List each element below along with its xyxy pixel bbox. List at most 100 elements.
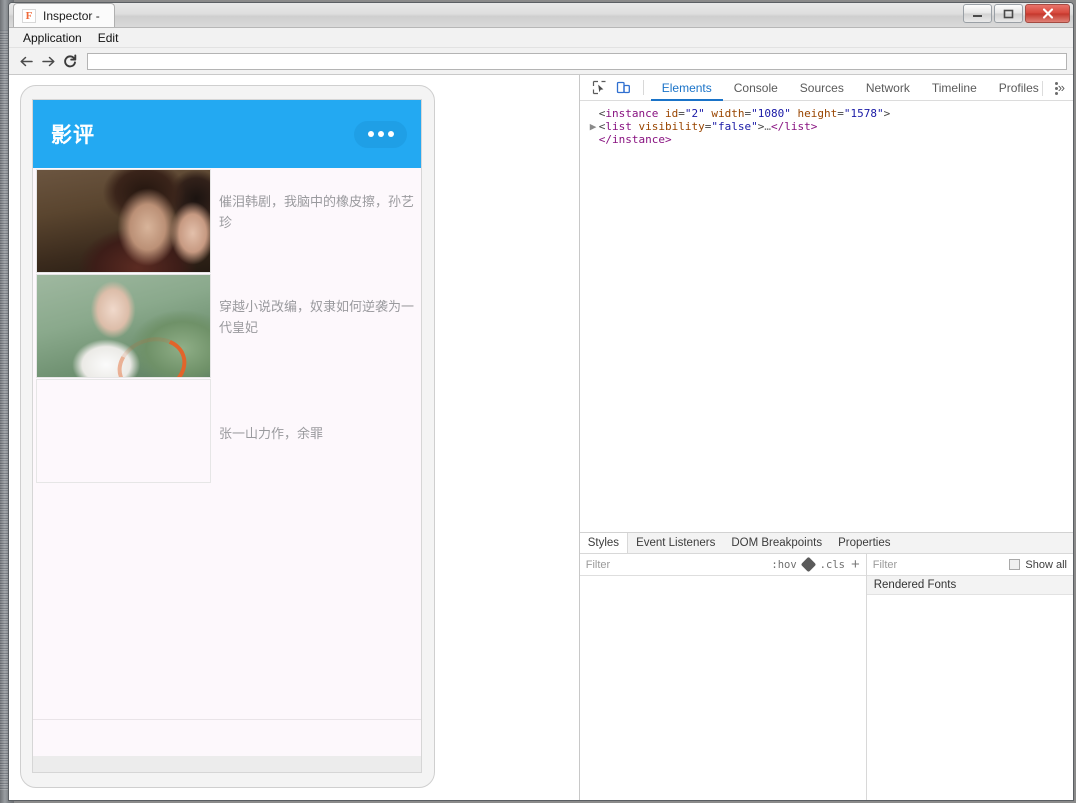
more-options-button[interactable] (354, 120, 407, 148)
dot-icon (1054, 91, 1058, 95)
app-title: 影评 (51, 124, 95, 147)
subtab-styles[interactable]: Styles (579, 533, 629, 553)
tab-elements[interactable]: Elements (651, 75, 723, 101)
list-item[interactable]: 催泪韩剧，我脑中的橡皮擦，孙艺珍 (33, 168, 421, 273)
attr-value: "false" (711, 120, 758, 133)
main-content: 影评 催泪韩剧，我脑中的橡皮擦，孙艺珍 穿越小说改编，奴隶如何逆袭为一代皇妃 张… (9, 75, 1073, 800)
app-header: 影评 (33, 100, 421, 168)
styles-column: Filter :hov .cls + (579, 554, 867, 800)
tag-name: instance (605, 107, 659, 120)
show-all-label: Show all (1025, 558, 1067, 571)
forward-icon[interactable] (37, 50, 59, 72)
rendered-fonts-header[interactable]: Rendered Fonts (866, 576, 1073, 595)
styles-columns: Filter :hov .cls + Filter Show all Rende… (579, 554, 1073, 800)
tab-console[interactable]: Console (723, 75, 789, 101)
inspect-cursor-icon[interactable] (588, 77, 612, 99)
review-list: 催泪韩剧，我脑中的橡皮擦，孙艺珍 穿越小说改编，奴隶如何逆袭为一代皇妃 张一山力… (33, 168, 421, 483)
toolbar-divider (1042, 81, 1043, 96)
attr-name: id (658, 107, 679, 120)
menu-item-edit[interactable]: Edit (92, 30, 125, 46)
tab-title: Inspector - (43, 8, 100, 23)
reload-icon[interactable] (59, 50, 81, 72)
list-item[interactable]: 张一山力作，余罪 (33, 378, 421, 483)
window-controls (963, 4, 1070, 23)
list-item[interactable]: 穿越小说改编，奴隶如何逆袭为一代皇妃 (33, 273, 421, 378)
menu-bar: Application Edit (9, 28, 1073, 48)
attr-value: "2" (684, 107, 705, 120)
attr-value: "1578" (843, 107, 884, 120)
navigation-bar (9, 48, 1073, 75)
color-picker-icon[interactable] (800, 556, 816, 573)
preview-pane: 影评 催泪韩剧，我脑中的橡皮擦，孙艺珍 穿越小说改编，奴隶如何逆袭为一代皇妃 张… (9, 75, 580, 800)
devtools-menu-icon[interactable] (1047, 75, 1065, 101)
attr-name: width (704, 107, 745, 120)
checkbox-icon[interactable] (1009, 559, 1021, 570)
review-title: 张一山力作，余罪 (219, 426, 324, 441)
rendered-fonts-content (866, 595, 1073, 800)
styles-filter-row: Filter :hov .cls + (579, 554, 866, 576)
dom-line-instance-open[interactable]: <instance id="2" width="1080" height="15… (590, 107, 1073, 120)
closing-tag: </list> (770, 120, 818, 133)
review-title: 催泪韩剧，我脑中的橡皮擦，孙艺珍 (219, 194, 415, 230)
favicon-icon: F (22, 8, 36, 23)
screen-footer-bar (33, 756, 421, 772)
browser-tab[interactable]: F Inspector - (13, 3, 115, 27)
tab-profiles[interactable]: Profiles (988, 75, 1050, 101)
toolbar-divider (642, 80, 644, 95)
class-toggle-button[interactable]: .cls (820, 559, 845, 571)
dot-icon (387, 131, 394, 137)
close-button[interactable] (1025, 4, 1070, 23)
tag-punctuation: > (883, 107, 891, 120)
tab-sources[interactable]: Sources (789, 75, 855, 101)
devtools-bottom-panel: Styles Event Listeners DOM Breakpoints P… (579, 532, 1073, 800)
review-thumbnail-image (36, 274, 211, 378)
attr-name: visibility (631, 120, 705, 133)
back-icon[interactable] (15, 50, 37, 72)
decorative-arc-icon (109, 328, 194, 377)
dot-icon (1054, 86, 1058, 90)
status-bar (9, 800, 1073, 801)
title-bar: F Inspector - (9, 3, 1073, 28)
attr-value: "1080" (751, 107, 791, 120)
tab-network[interactable]: Network (855, 75, 921, 101)
dom-line-list[interactable]: ▶ <list visibility="false">…</list> (590, 120, 1073, 133)
device-frame: 影评 催泪韩剧，我脑中的橡皮擦，孙艺珍 穿越小说改编，奴隶如何逆袭为一代皇妃 张… (20, 85, 435, 788)
computed-column: Filter Show all Rendered Fonts (866, 554, 1073, 800)
device-toggle-icon[interactable] (612, 77, 636, 99)
dom-line-instance-close[interactable]: </instance> (590, 133, 1073, 146)
dom-tree[interactable]: <instance id="2" width="1080" height="15… (579, 101, 1073, 532)
maximize-button[interactable] (994, 4, 1023, 23)
screen-bottom-area (33, 720, 421, 756)
subtab-event-listeners[interactable]: Event Listeners (628, 533, 723, 553)
address-input[interactable] (87, 52, 1067, 70)
subtab-properties[interactable]: Properties (830, 533, 898, 553)
hover-state-button[interactable]: :hov (771, 559, 796, 571)
styles-content (579, 576, 866, 800)
computed-filter-row: Filter Show all (866, 554, 1073, 576)
collapsed-ellipsis: … (764, 120, 771, 133)
dot-icon (1054, 81, 1058, 85)
subtab-dom-breakpoints[interactable]: DOM Breakpoints (723, 533, 830, 553)
dot-icon (377, 131, 384, 137)
closing-tag: </instance> (598, 133, 672, 146)
styles-panel-tabs: Styles Event Listeners DOM Breakpoints P… (579, 533, 1073, 554)
attr-name: height (790, 107, 838, 120)
review-thumbnail-image (36, 169, 211, 273)
show-all-toggle[interactable]: Show all (1009, 559, 1067, 571)
tag-name: list (605, 120, 632, 133)
expand-arrow-icon[interactable]: ▶ (590, 120, 599, 133)
review-thumbnail-image (36, 379, 211, 483)
browser-window: F Inspector - Application Edit 影评 催泪韩剧，我… (8, 2, 1074, 801)
tab-timeline[interactable]: Timeline (921, 75, 988, 101)
devtools-tabs: Elements Console Sources Network Timelin… (651, 75, 1073, 101)
add-style-rule-button[interactable]: + (851, 557, 860, 572)
devtools-pane: Elements Console Sources Network Timelin… (579, 75, 1073, 800)
styles-filter-input[interactable]: Filter (586, 559, 766, 571)
review-title: 穿越小说改编，奴隶如何逆袭为一代皇妃 (219, 299, 415, 335)
computed-filter-input[interactable]: Filter (873, 559, 1004, 571)
device-screen: 影评 催泪韩剧，我脑中的橡皮擦，孙艺珍 穿越小说改编，奴隶如何逆袭为一代皇妃 张… (32, 99, 422, 773)
minimize-button[interactable] (963, 4, 992, 23)
menu-item-application[interactable]: Application (17, 30, 88, 46)
screen-empty-area (33, 483, 421, 719)
devtools-toolbar: Elements Console Sources Network Timelin… (579, 75, 1073, 101)
